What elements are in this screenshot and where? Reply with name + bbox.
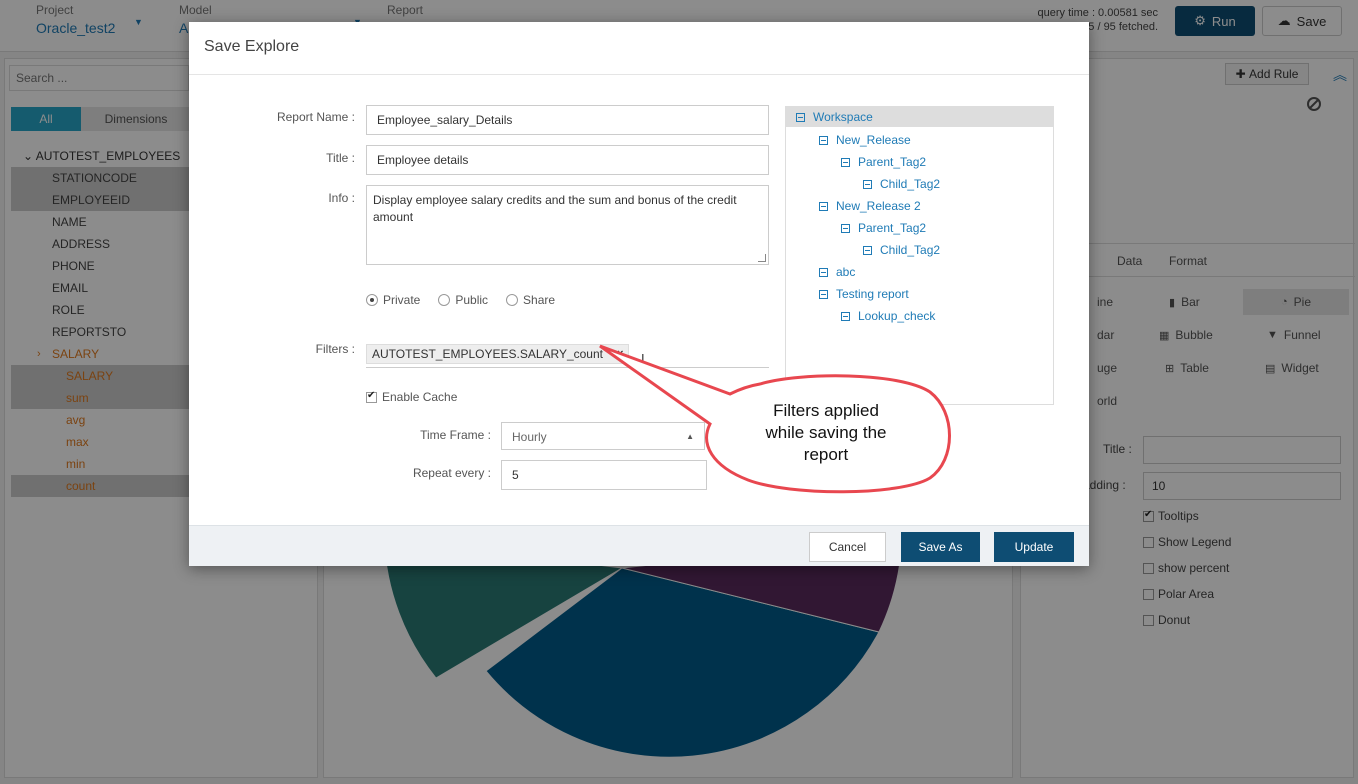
callout-line-3: report bbox=[803, 445, 849, 464]
callout-shape bbox=[599, 344, 951, 494]
callout-line-2: while saving the bbox=[765, 423, 887, 442]
callout-text: Filters applied while saving the report bbox=[740, 400, 912, 466]
callout-line-1: Filters applied bbox=[773, 401, 879, 420]
